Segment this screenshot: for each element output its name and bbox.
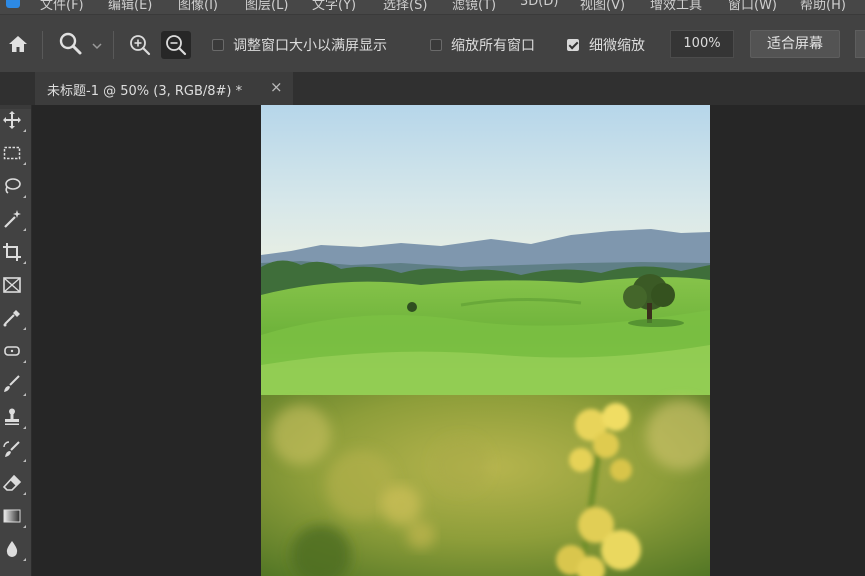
zoom-tool-icon[interactable] bbox=[58, 31, 84, 57]
menu-type[interactable]: 文字(Y) bbox=[312, 0, 356, 13]
move-tool-icon[interactable] bbox=[2, 110, 26, 134]
document-tab-title: 未标题-1 @ 50% (3, RGB/8#) * bbox=[47, 84, 243, 99]
chevron-down-icon[interactable] bbox=[91, 37, 103, 50]
frame-tool-icon[interactable] bbox=[2, 275, 26, 299]
marquee-tool-icon[interactable] bbox=[2, 143, 26, 167]
scrubby-zoom-label: 细微缩放 bbox=[589, 38, 645, 54]
document-image bbox=[261, 105, 710, 576]
close-icon[interactable]: × bbox=[270, 78, 283, 96]
lasso-tool-icon[interactable] bbox=[2, 176, 26, 200]
resize-windows-label: 调整窗口大小以满屏显示 bbox=[233, 38, 387, 54]
menu-image[interactable]: 图像(I) bbox=[178, 0, 218, 13]
document-tab[interactable]: 未标题-1 @ 50% (3, RGB/8#) * × bbox=[35, 72, 293, 105]
menu-filter[interactable]: 滤镜(T) bbox=[452, 0, 496, 13]
resize-windows-checkbox[interactable] bbox=[212, 39, 224, 51]
tools-panel bbox=[0, 105, 32, 576]
separator bbox=[42, 31, 43, 59]
separator bbox=[113, 31, 114, 59]
gradient-tool-icon[interactable] bbox=[2, 506, 26, 530]
zoom-out-icon[interactable] bbox=[161, 31, 191, 59]
menu-3d[interactable]: 3D(D) bbox=[520, 0, 558, 9]
fill-screen-button[interactable] bbox=[855, 30, 865, 58]
history-brush-tool-icon[interactable] bbox=[2, 440, 26, 464]
scrubby-zoom-checkbox[interactable] bbox=[567, 39, 579, 51]
canvas-area[interactable] bbox=[32, 105, 865, 576]
menu-edit[interactable]: 编辑(E) bbox=[108, 0, 152, 13]
eraser-tool-icon[interactable] bbox=[2, 473, 26, 497]
panel-grip[interactable] bbox=[0, 105, 31, 109]
brush-tool-icon[interactable] bbox=[2, 374, 26, 398]
menu-plugins[interactable]: 增效工具 bbox=[650, 0, 702, 13]
menu-file[interactable]: 文件(F) bbox=[40, 0, 84, 13]
menu-select[interactable]: 选择(S) bbox=[383, 0, 427, 13]
clone-stamp-tool-icon[interactable] bbox=[2, 407, 26, 431]
menu-bar: 文件(F) 编辑(E) 图像(I) 图层(L) 文字(Y) 选择(S) 滤镜(T… bbox=[0, 0, 865, 14]
menu-view[interactable]: 视图(V) bbox=[580, 0, 625, 13]
document-tab-bar: 未标题-1 @ 50% (3, RGB/8#) * × bbox=[0, 72, 865, 105]
magic-wand-tool-icon[interactable] bbox=[2, 209, 26, 233]
zoom-percent-field[interactable]: 100% bbox=[670, 30, 734, 58]
menu-help[interactable]: 帮助(H) bbox=[800, 0, 846, 13]
zoom-all-windows-label: 缩放所有窗口 bbox=[451, 38, 535, 54]
zoom-in-icon[interactable] bbox=[126, 32, 154, 58]
home-icon[interactable] bbox=[7, 34, 29, 54]
menu-window[interactable]: 窗口(W) bbox=[728, 0, 777, 13]
document-canvas[interactable] bbox=[261, 105, 710, 576]
crop-tool-icon[interactable] bbox=[2, 242, 26, 266]
menu-layer[interactable]: 图层(L) bbox=[245, 0, 288, 13]
fit-screen-button[interactable]: 适合屏幕 bbox=[750, 30, 840, 58]
app-logo-icon bbox=[6, 0, 20, 8]
eyedropper-tool-icon[interactable] bbox=[2, 308, 26, 332]
zoom-all-windows-checkbox[interactable] bbox=[430, 39, 442, 51]
healing-brush-tool-icon[interactable] bbox=[2, 341, 26, 365]
options-bar: 调整窗口大小以满屏显示 缩放所有窗口 细微缩放 100% 适合屏幕 bbox=[0, 14, 865, 73]
blur-tool-icon[interactable] bbox=[2, 539, 26, 563]
